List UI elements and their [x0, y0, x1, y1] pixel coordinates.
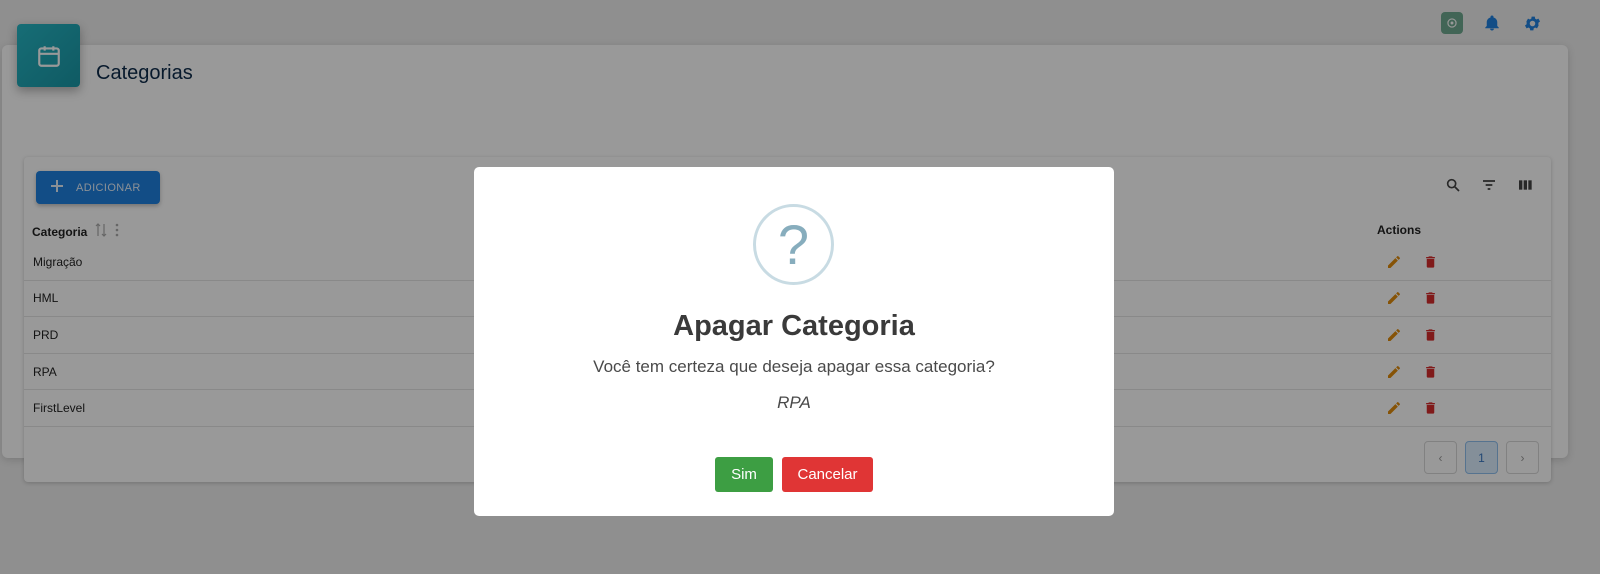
dialog-message: Você tem certeza que deseja apagar essa …: [593, 357, 995, 376]
confirm-button[interactable]: Sim: [715, 457, 773, 492]
dialog-item-name: RPA: [777, 393, 811, 412]
cancel-button[interactable]: Cancelar: [782, 457, 873, 492]
confirm-dialog: ? Apagar Categoria Você tem certeza que …: [474, 167, 1114, 516]
question-icon: ?: [753, 204, 834, 285]
dialog-title: Apagar Categoria: [673, 310, 915, 342]
dialog-actions: Sim Cancelar: [474, 457, 1114, 492]
